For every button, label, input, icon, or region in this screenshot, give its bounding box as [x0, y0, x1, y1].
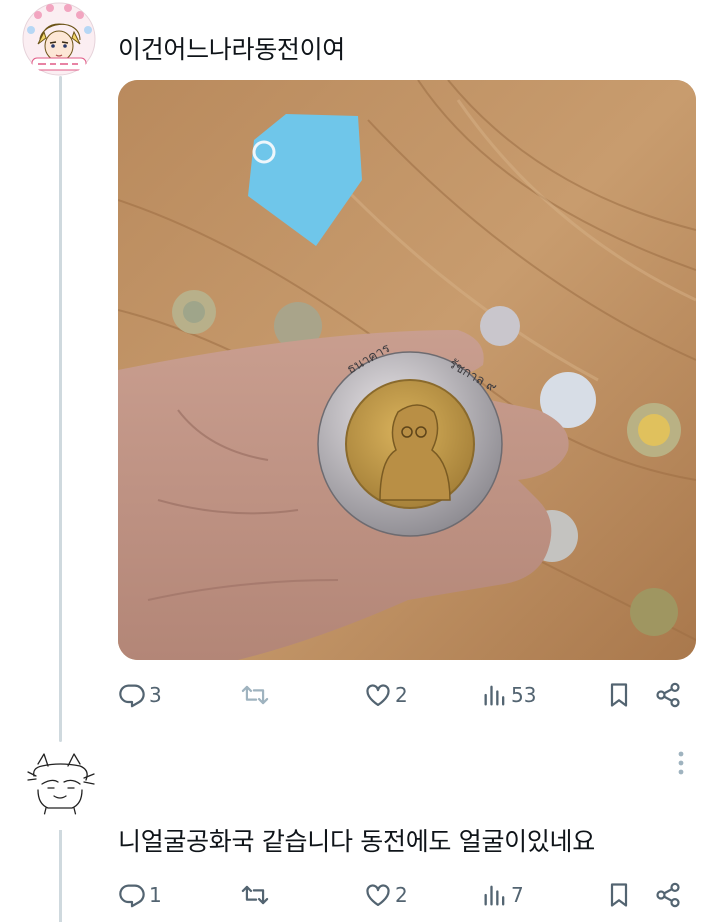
share-button[interactable] [654, 878, 682, 912]
repost-button[interactable] [240, 878, 273, 912]
thread-view: 이건어느나라동전이여 ธนาคาร รัชกาล ๙ 3 2 53 니얼굴공화국… [0, 0, 720, 922]
like-button[interactable]: 2 [364, 678, 408, 712]
like-count: 2 [395, 883, 408, 907]
heart-icon [364, 681, 392, 709]
repost-icon [240, 681, 270, 709]
more-icon [674, 751, 688, 782]
post-text: 니얼굴공화국 같습니다 동전에도 얼굴이있네요 [118, 827, 595, 856]
views-button[interactable]: 53 [482, 678, 536, 712]
post-action-bar: 3 2 53 [118, 678, 698, 712]
share-button[interactable] [654, 678, 682, 712]
bookmark-icon [606, 881, 632, 909]
avatar[interactable] [24, 746, 96, 818]
reply-icon [118, 681, 146, 709]
views-icon [482, 681, 508, 709]
bookmark-button[interactable] [606, 678, 632, 712]
heart-icon [364, 881, 392, 909]
reply-count: 1 [149, 883, 162, 907]
bookmark-button[interactable] [606, 878, 632, 912]
thread-connector-line [59, 830, 62, 922]
reply-button[interactable]: 3 [118, 678, 162, 712]
repost-icon [240, 881, 270, 909]
views-icon [482, 881, 508, 909]
view-count: 7 [511, 883, 524, 907]
share-icon [654, 681, 682, 709]
like-button[interactable]: 2 [364, 878, 408, 912]
avatar[interactable] [22, 2, 96, 76]
post-text: 이건어느나라동전이여 [118, 35, 346, 64]
view-count: 53 [511, 683, 537, 707]
post-action-bar: 1 2 7 [118, 878, 698, 912]
thread-connector-line [59, 76, 62, 742]
repost-button[interactable] [240, 678, 273, 712]
more-options-button[interactable] [674, 748, 688, 778]
like-count: 2 [395, 683, 408, 707]
bookmark-icon [606, 681, 632, 709]
reply-button[interactable]: 1 [118, 878, 162, 912]
views-button[interactable]: 7 [482, 878, 524, 912]
post-photo-coin[interactable]: ธนาคาร รัชกาล ๙ [118, 80, 696, 660]
reply-count: 3 [149, 683, 162, 707]
reply-icon [118, 881, 146, 909]
share-icon [654, 881, 682, 909]
